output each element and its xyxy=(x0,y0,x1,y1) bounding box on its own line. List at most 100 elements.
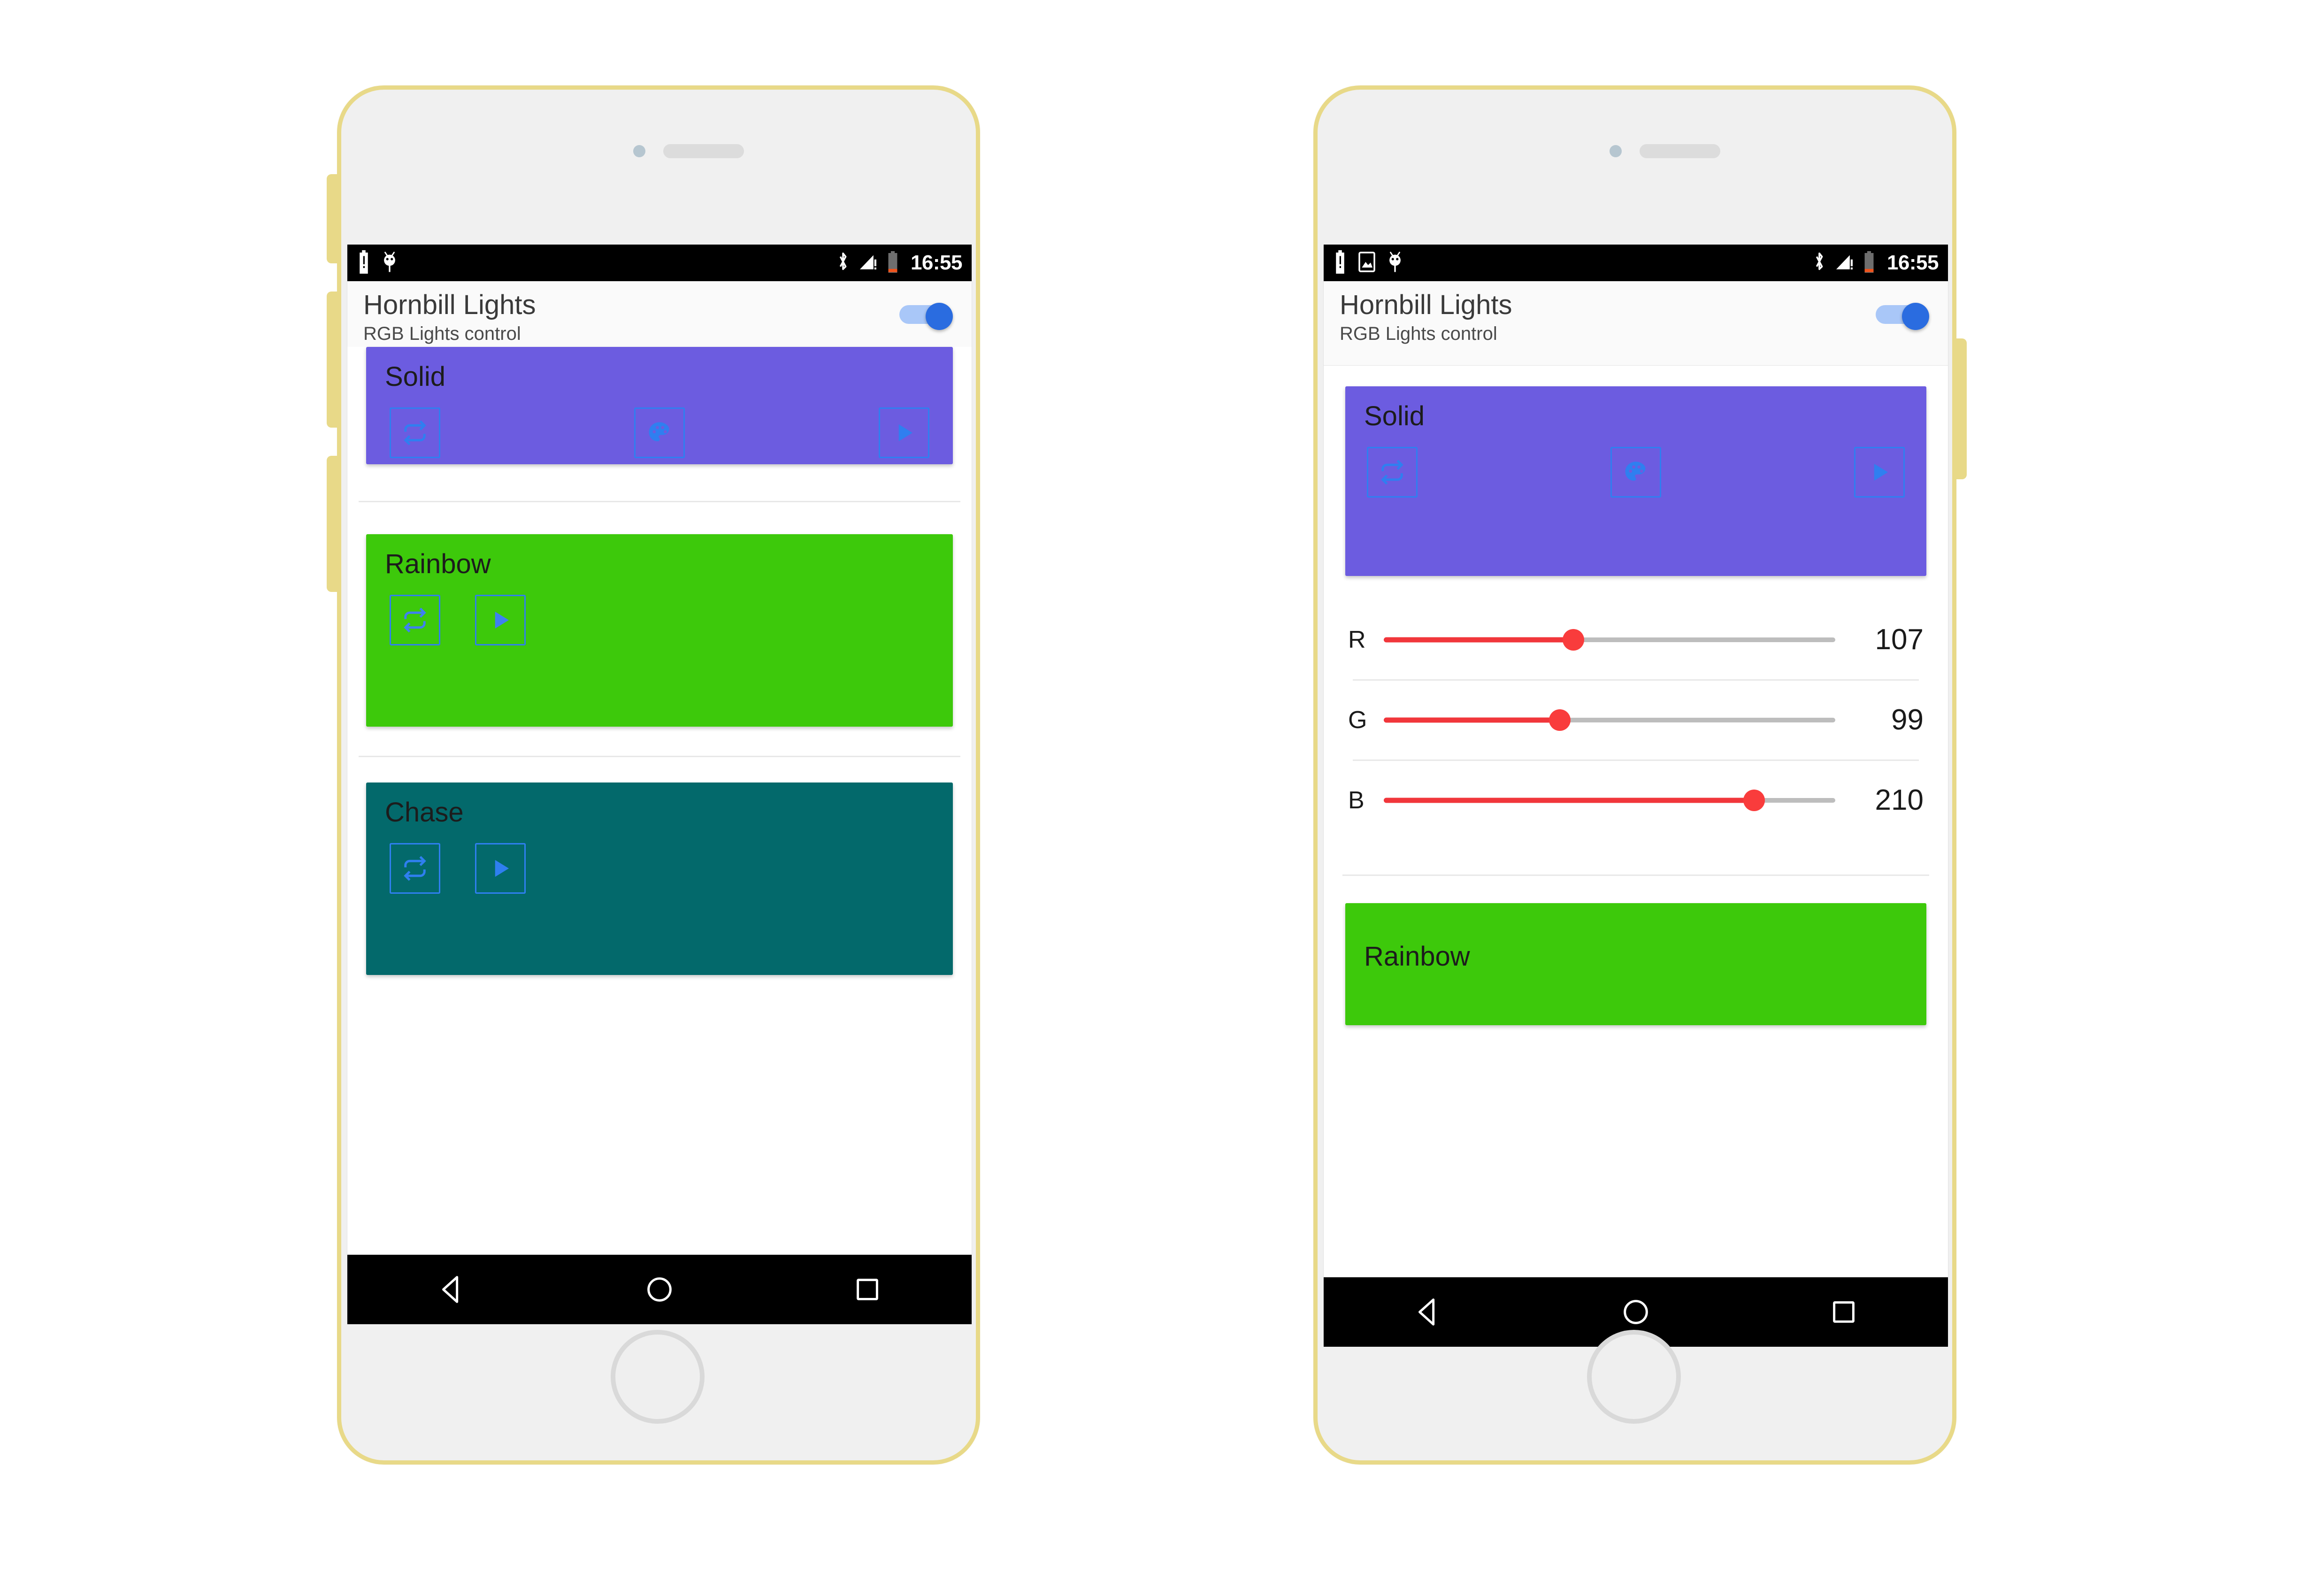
battery-low-icon xyxy=(886,251,899,275)
back-button[interactable] xyxy=(1408,1292,1448,1332)
slider-thumb[interactable] xyxy=(1549,709,1571,731)
play-button[interactable] xyxy=(1854,446,1905,498)
slider-row-green[interactable]: G 99 xyxy=(1324,681,1948,760)
blue-slider[interactable] xyxy=(1384,786,1835,814)
repeat-button[interactable] xyxy=(390,407,440,458)
slider-thumb[interactable] xyxy=(1563,629,1585,651)
side-button-volume-up[interactable] xyxy=(327,292,337,428)
status-bar-clock: 16:55 xyxy=(1886,251,1939,274)
mode-card-title: Solid xyxy=(385,361,445,392)
slider-label: B xyxy=(1348,787,1365,814)
slider-fill xyxy=(1384,717,1560,723)
mode-card-chase[interactable]: Chase xyxy=(366,783,953,975)
slider-value: 99 xyxy=(1891,704,1924,736)
list-item[interactable]: Chase xyxy=(347,783,972,975)
phone-screen-right: 16:55 Hornbill Lights RGB Lights control xyxy=(1323,245,1948,1347)
battery-alert-icon xyxy=(357,250,371,276)
list-item[interactable]: Solid xyxy=(1324,386,1948,576)
mode-card-title: Rainbow xyxy=(385,549,491,579)
slider-label: R xyxy=(1348,626,1366,653)
status-bar: 16:55 xyxy=(347,245,972,281)
mode-card-title: Rainbow xyxy=(1364,941,1470,972)
repeat-button[interactable] xyxy=(390,843,440,894)
power-switch[interactable] xyxy=(899,303,956,330)
palette-button[interactable] xyxy=(634,407,685,458)
front-camera xyxy=(1610,145,1622,157)
status-bar-left-icons xyxy=(1333,250,1403,276)
list-item[interactable]: Rainbow xyxy=(1324,903,1948,1025)
palette-button[interactable] xyxy=(1610,446,1661,498)
status-bar: 16:55 xyxy=(1324,245,1948,281)
app-bar-titles: Hornbill Lights RGB Lights control xyxy=(363,290,536,344)
switch-thumb xyxy=(1902,303,1929,330)
mode-card-actions xyxy=(385,407,934,458)
phone-device-right: 16:55 Hornbill Lights RGB Lights control xyxy=(1313,85,1967,1465)
list-item[interactable]: Solid xyxy=(347,347,972,464)
bluetooth-icon xyxy=(1813,251,1826,276)
slider-fill xyxy=(1384,637,1574,643)
home-button[interactable] xyxy=(1616,1292,1656,1332)
recents-button[interactable] xyxy=(847,1269,888,1310)
earpiece-speaker xyxy=(1640,144,1720,158)
red-slider[interactable] xyxy=(1384,626,1835,654)
side-button-mute[interactable] xyxy=(327,174,337,263)
bluetooth-icon xyxy=(836,251,850,276)
recents-button[interactable] xyxy=(1824,1292,1864,1332)
home-hardware-button[interactable] xyxy=(611,1330,705,1424)
slider-fill xyxy=(1384,798,1754,803)
phone-screen-left: 16:55 Hornbill Lights RGB Lights control xyxy=(347,245,972,1324)
side-button-power[interactable] xyxy=(1956,338,1967,479)
mode-card-solid[interactable]: Solid xyxy=(366,347,953,464)
mode-list-left[interactable]: Solid Rainbow Chase xyxy=(347,347,972,975)
slider-value: 210 xyxy=(1875,784,1924,816)
power-switch[interactable] xyxy=(1876,303,1932,330)
play-button[interactable] xyxy=(475,843,526,894)
app-title: Hornbill Lights xyxy=(1340,290,1512,320)
mode-card-actions xyxy=(385,843,934,894)
app-bar-titles: Hornbill Lights RGB Lights control xyxy=(1340,290,1512,344)
battery-low-icon xyxy=(1863,251,1876,275)
adb-icon xyxy=(1387,250,1403,276)
app-subtitle: RGB Lights control xyxy=(363,323,521,344)
switch-thumb xyxy=(926,303,953,330)
mode-card-solid[interactable]: Solid xyxy=(1345,386,1926,576)
slider-row-blue[interactable]: B 210 xyxy=(1324,761,1948,840)
side-button-volume-down[interactable] xyxy=(327,456,337,592)
slider-thumb[interactable] xyxy=(1743,790,1765,811)
mode-card-actions xyxy=(385,594,934,645)
mode-card-title: Solid xyxy=(1364,401,1425,431)
app-title: Hornbill Lights xyxy=(363,290,536,320)
signal-alert-icon xyxy=(1834,252,1854,275)
mode-list-right[interactable]: Solid R 107 G 99 B 210 Rainbow xyxy=(1324,366,1948,1025)
home-button[interactable] xyxy=(639,1269,680,1310)
slider-row-red[interactable]: R 107 xyxy=(1324,600,1948,679)
android-nav-bar xyxy=(347,1255,972,1324)
mode-card-rainbow[interactable]: Rainbow xyxy=(1345,903,1926,1025)
slider-value: 107 xyxy=(1875,623,1924,656)
app-subtitle: RGB Lights control xyxy=(1340,323,1497,344)
screenshot-icon xyxy=(1357,251,1376,275)
mode-card-title: Chase xyxy=(385,797,464,828)
green-slider[interactable] xyxy=(1384,706,1835,734)
mode-card-rainbow[interactable]: Rainbow xyxy=(366,534,953,727)
list-item[interactable]: Rainbow xyxy=(347,534,972,727)
play-button[interactable] xyxy=(475,594,526,645)
adb-icon xyxy=(381,250,398,276)
status-bar-clock: 16:55 xyxy=(910,251,963,274)
home-hardware-button[interactable] xyxy=(1587,1330,1681,1424)
status-bar-right-icons: 16:55 xyxy=(1813,251,1939,276)
play-button[interactable] xyxy=(879,407,929,458)
phone-device-left: 16:55 Hornbill Lights RGB Lights control xyxy=(327,85,980,1465)
repeat-button[interactable] xyxy=(1367,446,1418,498)
mode-card-actions xyxy=(1364,446,1908,498)
repeat-button[interactable] xyxy=(390,594,440,645)
back-button[interactable] xyxy=(431,1269,472,1310)
status-bar-right-icons: 16:55 xyxy=(836,251,963,276)
